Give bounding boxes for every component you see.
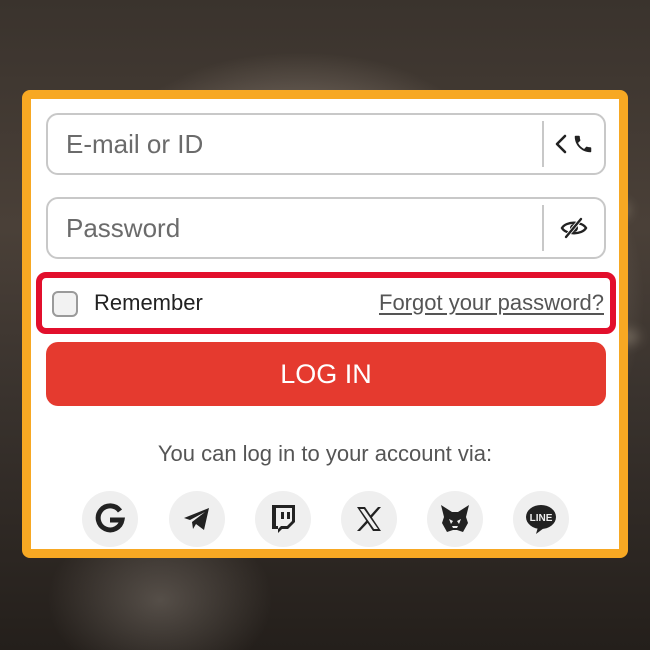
metamask-login-button[interactable]: [427, 491, 483, 547]
remember-label[interactable]: Remember: [94, 290, 203, 316]
twitch-login-button[interactable]: [255, 491, 311, 547]
svg-text:LINE: LINE: [530, 513, 553, 524]
telegram-icon: [184, 508, 209, 530]
twitch-icon: [272, 505, 295, 533]
x-icon: [357, 507, 381, 531]
login-button[interactable]: LOG IN: [46, 342, 606, 406]
google-icon: [95, 503, 125, 533]
email-placeholder: E-mail or ID: [66, 129, 204, 159]
password-field[interactable]: Password: [46, 197, 606, 259]
line-icon: LINE: [526, 505, 556, 534]
social-login-prompt: You can log in to your account via:: [157, 441, 493, 466]
remember-checkbox[interactable]: [52, 291, 78, 317]
eye-off-icon: [560, 217, 588, 239]
telegram-login-button[interactable]: [169, 491, 225, 547]
chevron-left-icon: [555, 134, 567, 154]
forgot-password-link[interactable]: Forgot your password?: [379, 290, 604, 316]
remember-row-highlight: Remember Forgot your password?: [36, 272, 616, 334]
email-field[interactable]: E-mail or ID: [46, 113, 606, 175]
metamask-fox-icon: [441, 505, 469, 532]
phone-icon: [574, 135, 592, 153]
google-login-button[interactable]: [82, 491, 138, 547]
phone-login-toggle[interactable]: [544, 115, 604, 173]
line-login-button[interactable]: LINE: [513, 491, 569, 547]
toggle-password-visibility[interactable]: [544, 199, 604, 257]
x-login-button[interactable]: [341, 491, 397, 547]
password-placeholder: Password: [66, 213, 181, 243]
login-card: E-mail or ID Password Remember Forgot yo…: [22, 90, 628, 558]
